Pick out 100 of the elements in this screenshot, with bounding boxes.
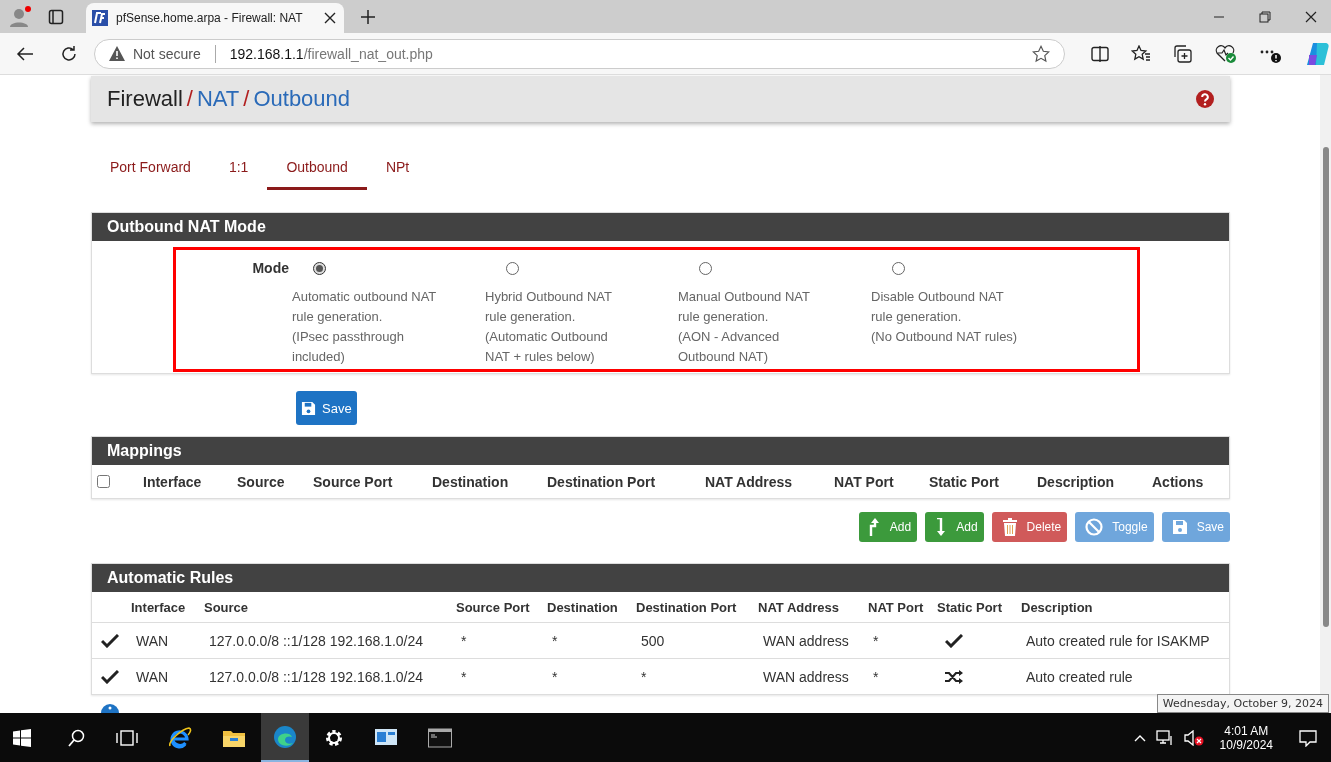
panel-heading: Mappings (92, 437, 1229, 465)
add-button[interactable]: Add (925, 512, 984, 542)
column-header: Static Port (929, 473, 999, 490)
radio-label: Hybrid Outbound NAT rule generation. (Automatic Outbound NAT + rules below) (485, 288, 613, 366)
table-cell-text: * (872, 632, 880, 649)
tab-title: pfSense.home.arpa - Firewall: NAT (116, 11, 304, 25)
nav-tab[interactable]: Port Forward (91, 149, 210, 190)
table-cell-text: 500 (640, 632, 666, 649)
radio-button[interactable] (892, 262, 905, 275)
column-header: Destination Port (547, 473, 656, 490)
health-icon[interactable] (1215, 43, 1237, 64)
date-tooltip: Wednesday, October 9, 2024 (1156, 694, 1329, 713)
collections-icon[interactable] (1173, 44, 1193, 63)
browser-tab[interactable]: pfSense.home.arpa - Firewall: NAT (86, 3, 344, 33)
settings-icon[interactable] (324, 727, 344, 748)
browser-icon (273, 724, 297, 749)
network-icon[interactable] (1155, 729, 1174, 746)
table-cell-text: * (460, 632, 468, 649)
column-header: NAT Port (868, 599, 925, 615)
refresh-icon[interactable] (60, 44, 78, 63)
column-header: Interface (131, 599, 187, 615)
column-header: NAT Port (834, 473, 894, 490)
nav-tab[interactable]: NPt (366, 149, 429, 190)
table-cell-text: WAN address (762, 668, 850, 685)
column-header: Source (204, 599, 250, 615)
time-text: 4:01 AM (1224, 723, 1269, 738)
help-icon[interactable] (1196, 90, 1214, 108)
nav-tab[interactable]: 1:1 (209, 149, 268, 190)
column-header: Source (237, 473, 285, 490)
copilot-icon[interactable] (1305, 40, 1331, 67)
column-header: Destination (547, 599, 619, 615)
split-screen-icon[interactable] (1091, 45, 1109, 62)
profile-icon[interactable] (8, 4, 34, 29)
table-cell-text: 127.0.0.0/8 ::1/128 192.168.1.0/24 (208, 632, 425, 649)
ban-icon (1085, 518, 1104, 536)
clock[interactable]: 4:01 AM 10/9/2024 (1219, 723, 1273, 752)
radio-label: Disable Outbound NAT rule generation. (No Outbound NAT rules) (871, 288, 1019, 346)
site-icon (92, 10, 108, 26)
radio-label: Manual Outbound NAT rule generation. (AON - Advanced Outbound NAT) (678, 288, 811, 366)
chevron-up-icon[interactable] (1133, 733, 1146, 742)
favorite-star-icon[interactable] (1032, 44, 1050, 63)
breadcrumb-text: Firewall (107, 86, 183, 112)
close-icon[interactable] (324, 12, 336, 24)
column-header: Description (1037, 473, 1114, 490)
arrow-up-icon (868, 518, 881, 536)
trash-icon (1001, 518, 1018, 536)
breadcrumb-link[interactable]: Outbound (253, 86, 351, 112)
table-cell-text: * (872, 668, 880, 685)
info-icon[interactable] (100, 703, 120, 713)
column-header: Description (1021, 599, 1094, 615)
warning-icon (108, 46, 125, 61)
panel-heading: Automatic Rules (92, 564, 1229, 592)
close-icon[interactable] (1305, 10, 1317, 23)
column-header: Static Port (937, 599, 1003, 615)
tab-actions-icon[interactable] (48, 8, 64, 25)
internet-explorer-icon[interactable] (168, 725, 192, 750)
delete-button[interactable]: Delete (991, 512, 1068, 542)
security-label: Not secure (132, 45, 201, 62)
muted-speaker-icon[interactable] (1183, 729, 1204, 746)
back-icon[interactable] (16, 45, 34, 62)
breadcrumb-link[interactable]: NAT (196, 86, 240, 112)
table-cell-text: Auto created rule for ISAKMP (1025, 632, 1211, 649)
task-view-icon[interactable] (116, 729, 138, 746)
save-button[interactable]: Save (296, 391, 357, 425)
table-cell-text: * (460, 668, 468, 685)
save-button[interactable]: Save (1161, 512, 1230, 542)
column-header: Destination (432, 473, 509, 490)
radio-button[interactable] (313, 262, 326, 275)
start-icon[interactable] (13, 728, 31, 747)
table-cell-text: WAN address (762, 632, 850, 649)
new-tab-icon[interactable] (360, 8, 376, 25)
toggle-button[interactable]: Toggle (1075, 512, 1154, 542)
terminal-icon[interactable] (428, 727, 452, 748)
radio-button[interactable] (506, 262, 519, 275)
search-icon[interactable] (68, 728, 86, 747)
server-manager-icon[interactable] (374, 727, 398, 748)
radio-button[interactable] (699, 262, 712, 275)
table-cell-text: Auto created rule (1025, 668, 1134, 685)
table-cell-text: WAN (135, 632, 170, 649)
nav-tab[interactable]: Outbound (267, 149, 367, 190)
breadcrumb-separator: / (186, 86, 193, 112)
panel-heading: Outbound NAT Mode (92, 213, 1229, 241)
table-cell-text: 127.0.0.0/8 ::1/128 192.168.1.0/24 (208, 668, 425, 685)
field-label: Mode (251, 260, 289, 276)
arrow-down-icon (935, 518, 948, 536)
url-text: 192.168.1.1/firewall_nat_out.php (229, 45, 433, 62)
column-header: Interface (143, 473, 202, 490)
table-cell-text: WAN (135, 668, 170, 685)
column-header: NAT Address (758, 599, 840, 615)
table-cell-text: * (551, 668, 559, 685)
select-all-checkbox[interactable] (97, 475, 110, 488)
notification-icon[interactable] (1299, 728, 1317, 747)
column-header: Destination Port (636, 599, 738, 615)
favorites-icon[interactable] (1131, 44, 1151, 63)
address-bar[interactable]: Not secure 192.168.1.1/firewall_nat_out.php (93, 38, 1065, 69)
add-button[interactable]: Add (858, 512, 918, 542)
restore-icon[interactable] (1259, 10, 1271, 23)
column-header: Actions (1152, 473, 1204, 490)
taskbar-button[interactable] (261, 713, 309, 762)
date-text: 10/9/2024 (1219, 737, 1273, 752)
